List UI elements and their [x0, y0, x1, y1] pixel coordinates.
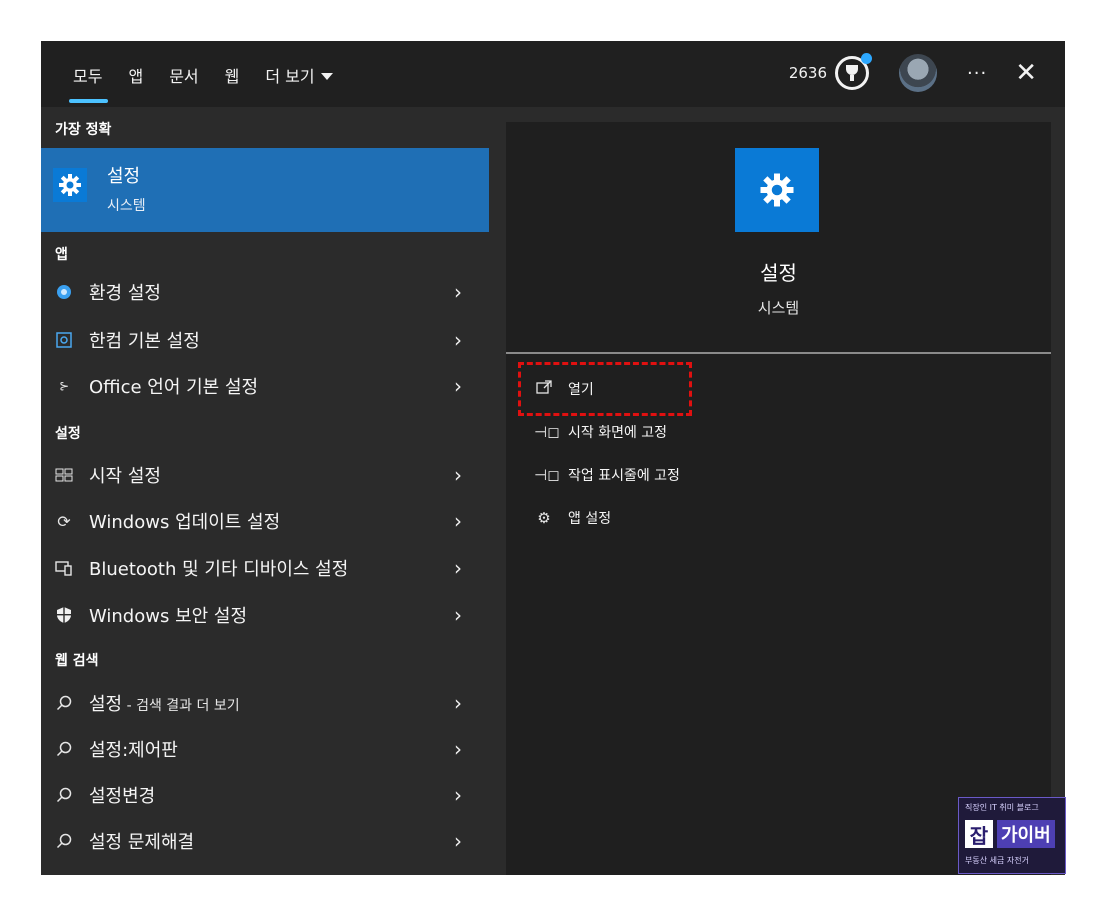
section-web-search: 웹 검색 — [55, 653, 99, 669]
shield-icon — [53, 606, 75, 624]
chevron-right-icon: › — [454, 783, 462, 807]
search-icon — [53, 787, 75, 803]
best-match-item[interactable]: 설정 시스템 — [41, 148, 489, 232]
search-panel: 모두 앱 문서 웹 더 보기 2636 ··· ✕ 가장 정확 설정 시스템 앱… — [41, 41, 1065, 875]
office-language-icon: ⊱ — [58, 379, 70, 393]
app-item-environment-settings[interactable]: 환경 설정 › — [41, 272, 489, 312]
tab-more[interactable]: 더 보기 — [265, 63, 333, 87]
rewards-points: 2636 — [788, 64, 828, 82]
app-item-label: Office 언어 기본 설정 — [89, 377, 259, 398]
avatar[interactable] — [899, 54, 938, 92]
web-item-troubleshoot[interactable]: 설정 문제해결 › — [41, 821, 489, 861]
start-icon — [53, 468, 75, 482]
rewards-trophy-icon[interactable] — [835, 53, 873, 90]
settings-item-start[interactable]: 시작 설정 › — [41, 455, 489, 495]
settings-item-label: 시작 설정 — [89, 466, 161, 487]
tab-apps[interactable]: 앱 — [128, 63, 143, 87]
close-icon[interactable]: ✕ — [1015, 60, 1037, 86]
action-pin-start[interactable]: ⊣◻ 시작 화면에 고정 — [534, 419, 667, 445]
action-app-settings[interactable]: ⚙ 앱 설정 — [534, 505, 611, 531]
web-item-label: 설정 문제해결 — [89, 832, 195, 853]
trophy-cup-shape — [846, 65, 859, 75]
tab-documents[interactable]: 문서 — [169, 63, 198, 87]
pin-icon: ⊣◻ — [534, 466, 560, 484]
settings-item-label: Bluetooth 및 기타 디바이스 설정 — [89, 559, 349, 580]
web-item-label: 설정 - 검색 결과 더 보기 — [89, 690, 451, 716]
refresh-icon: ⟳ — [57, 511, 71, 531]
chevron-right-icon: › — [454, 603, 462, 627]
section-settings: 설정 — [55, 426, 81, 442]
header-actions: 2636 ··· ✕ — [789, 53, 1037, 93]
pin-icon: ⊣◻ — [534, 423, 560, 441]
gear-icon: ⚙ — [537, 509, 551, 527]
web-item-control-panel[interactable]: 설정:제어판 › — [41, 729, 489, 769]
web-item-label: 설정:제어판 — [89, 740, 178, 761]
web-item-query: 설정 — [89, 694, 123, 715]
search-icon — [53, 695, 75, 711]
caret-down-icon — [320, 72, 333, 80]
web-item-more-results[interactable]: 설정 - 검색 결과 더 보기 › — [41, 683, 489, 723]
detail-title: 설정 — [760, 261, 797, 285]
chevron-right-icon: › — [454, 374, 462, 398]
app-item-label: 환경 설정 — [89, 283, 161, 304]
chevron-right-icon: › — [454, 328, 462, 352]
tab-web[interactable]: 웹 — [225, 63, 240, 87]
action-pin-taskbar[interactable]: ⊣◻ 작업 표시줄에 고정 — [534, 462, 680, 488]
settings-item-label: Windows 업데이트 설정 — [89, 512, 281, 533]
divider — [506, 352, 1051, 354]
best-match-subtitle: 시스템 — [107, 198, 146, 214]
search-header: 모두 앱 문서 웹 더 보기 2636 ··· ✕ — [41, 41, 1065, 107]
section-apps: 앱 — [55, 247, 68, 263]
chevron-right-icon: › — [454, 737, 462, 761]
watermark-topics: 부동산 세금 자전거 — [965, 856, 1029, 865]
chevron-right-icon: › — [454, 829, 462, 853]
action-label: 작업 표시줄에 고정 — [568, 468, 680, 484]
settings-item-label: Windows 보안 설정 — [89, 606, 248, 627]
action-open[interactable]: 열기 — [534, 376, 594, 402]
settings-app-icon — [735, 148, 819, 232]
filter-tabs: 모두 앱 문서 웹 더 보기 — [68, 63, 359, 103]
search-icon — [53, 833, 75, 849]
search-icon — [53, 741, 75, 757]
watermark-badge-b: 가이버 — [997, 820, 1055, 848]
chevron-right-icon: › — [454, 691, 462, 715]
web-item-suffix: - 검색 결과 더 보기 — [122, 698, 240, 714]
tab-all[interactable]: 모두 — [68, 63, 110, 103]
app-item-label: 한컴 기본 설정 — [89, 331, 200, 352]
detail-subtitle: 시스템 — [757, 299, 800, 317]
detail-pane: 설정 시스템 열기 ⊣◻ 시작 화면에 고정 ⊣◻ 작업 표시줄에 고정 ⚙ 앱… — [506, 122, 1051, 875]
chevron-right-icon: › — [454, 509, 462, 533]
chevron-right-icon: › — [454, 556, 462, 580]
settings-item-windows-security[interactable]: Windows 보안 설정 › — [41, 595, 489, 635]
devices-icon — [53, 560, 75, 576]
blog-watermark-logo: 직장인 IT 취미 블로그 잡 가이버 부동산 세금 자전거 — [958, 797, 1066, 874]
settings-gear-icon — [53, 168, 87, 202]
best-match-title: 설정 — [107, 166, 141, 187]
web-item-label: 설정변경 — [89, 786, 156, 807]
notification-dot — [861, 53, 873, 64]
action-label: 시작 화면에 고정 — [568, 425, 668, 441]
tab-more-label: 더 보기 — [265, 67, 315, 86]
settings-item-windows-update[interactable]: ⟳ Windows 업데이트 설정 › — [41, 501, 489, 541]
app-item-hancom-settings[interactable]: 한컴 기본 설정 › — [41, 320, 489, 360]
settings-item-bluetooth[interactable]: Bluetooth 및 기타 디바이스 설정 › — [41, 548, 489, 588]
hancom-icon — [53, 332, 75, 348]
web-item-change-settings[interactable]: 설정변경 › — [41, 775, 489, 815]
app-item-office-language[interactable]: ⊱ Office 언어 기본 설정 › — [41, 366, 489, 406]
chevron-right-icon: › — [454, 463, 462, 487]
trophy-stem-shape — [850, 75, 855, 81]
open-external-icon — [534, 380, 554, 398]
section-best-match: 가장 정확 — [55, 122, 112, 138]
watermark-badge-a: 잡 — [965, 820, 993, 848]
more-options-icon[interactable]: ··· — [967, 63, 987, 84]
watermark-tagline: 직장인 IT 취미 블로그 — [965, 803, 1039, 812]
chevron-right-icon: › — [454, 280, 462, 304]
action-label: 앱 설정 — [568, 511, 612, 527]
action-label: 열기 — [568, 382, 594, 398]
results-list: 가장 정확 설정 시스템 앱 환경 설정 › 한컴 기본 설정 › ⊱ Offi… — [41, 107, 489, 875]
gear-blue-icon — [53, 284, 75, 300]
